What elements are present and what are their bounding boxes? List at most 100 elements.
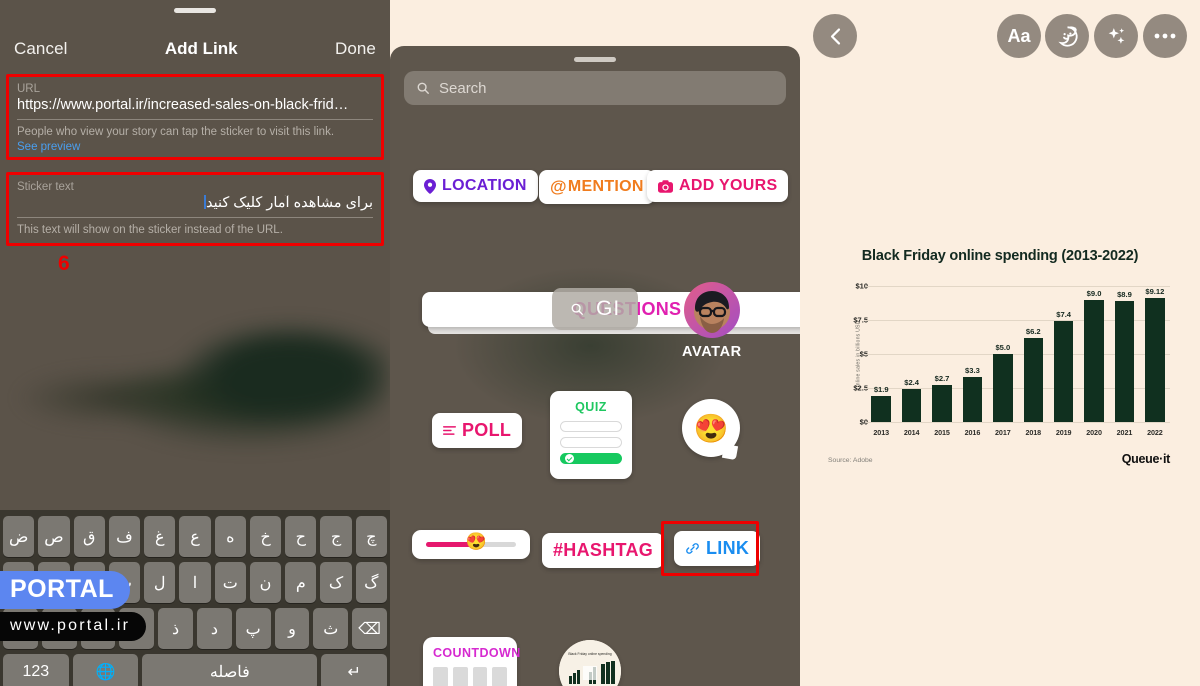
slider-knob[interactable]: 😍 <box>466 532 487 552</box>
url-underline <box>17 119 373 120</box>
keyboard-key[interactable]: ح <box>285 516 317 557</box>
chart-bar <box>1114 300 1135 422</box>
countdown-cell <box>492 667 507 686</box>
step-marker-6: 6 <box>58 252 70 275</box>
keyboard-key[interactable]: ج <box>320 516 352 557</box>
sticker-add-yours[interactable]: ADD YOURS <box>647 170 789 202</box>
sticker-avatar[interactable]: AVATAR <box>682 282 742 360</box>
chart-plot-area: $1.9 $2.4 $2.7 $3.3 $5.0 $6.2 $7.4 $9.0 $8.9 $9.1… <box>866 286 1170 423</box>
chart-bar <box>962 377 983 422</box>
panel-add-link: Cancel Add Link Done URL https://www.por… <box>0 0 390 686</box>
sticker-countdown[interactable]: COUNTDOWN <box>423 637 520 686</box>
keyboard-key[interactable]: ⌫ <box>352 608 387 649</box>
sticker-quiz[interactable]: QUIZ <box>550 391 632 479</box>
slider-emoji: 😍 <box>465 532 487 551</box>
keyboard-key[interactable]: خ <box>249 516 282 557</box>
sticker-location[interactable]: LOCATION <box>413 170 538 202</box>
chart-bar <box>1053 321 1074 422</box>
sticker-sheet-grabber[interactable] <box>574 57 616 62</box>
chart-x-tick-label: 2021 <box>1116 428 1133 437</box>
more-options-button[interactable] <box>1143 14 1187 58</box>
back-button[interactable] <box>813 14 857 58</box>
chart-logo: Queue·it <box>1121 452 1171 466</box>
keyboard-key[interactable]: ف <box>108 516 141 557</box>
keyboard-key[interactable]: م <box>285 562 317 603</box>
chart-bar-value: $3.3 <box>965 366 980 376</box>
chart-bar-column: $7.4 <box>1048 286 1078 422</box>
sticker-location-label: LOCATION <box>442 177 527 194</box>
svg-text:Black Friday online spending: Black Friday online spending <box>568 652 611 656</box>
mini-chart-icon: Black Friday online spending <box>559 640 621 686</box>
sticker-text-input[interactable]: برای مشاهده آمار کلیک کنید <box>17 195 373 217</box>
three-panel-screenshot: Cancel Add Link Done URL https://www.por… <box>0 0 1200 686</box>
keyboard-key[interactable]: گ <box>355 562 387 603</box>
keyboard-key[interactable]: ذ <box>158 608 193 649</box>
keyboard-key[interactable]: ↵ <box>321 654 387 686</box>
keyboard-key[interactable]: 123 <box>3 654 69 686</box>
keyboard-row-4: 123 🌐 فاصله ↵ <box>0 649 390 686</box>
slider-track: 😍 <box>426 532 516 551</box>
keyboard-key[interactable]: ت <box>214 562 246 603</box>
url-input[interactable]: https://www.portal.ir/increased-sales-on… <box>17 97 373 119</box>
effects-button[interactable] <box>1094 14 1138 58</box>
watermark-brand: PORTAL <box>0 571 130 609</box>
chart-bars: $1.9 $2.4 $2.7 $3.3 $5.0 $6.2 $7.4 $9.0 $8.9 $9.1… <box>866 286 1170 422</box>
keyboard-key[interactable]: و <box>274 608 310 649</box>
chart-bar-column: $2.7 <box>927 286 957 422</box>
chart-x-tick-label: 2020 <box>1086 428 1102 437</box>
sticker-poll-label: POLL <box>462 420 512 440</box>
keyboard-key[interactable]: غ <box>144 516 176 557</box>
sticker-tool-button[interactable] <box>1045 14 1089 58</box>
chart-x-tick-label: 2017 <box>995 428 1011 437</box>
chart-bar-column: $3.3 <box>957 286 987 422</box>
at-icon: @ <box>550 177 567 196</box>
quiz-option-correct <box>560 453 622 464</box>
keyboard-key[interactable]: پ <box>235 608 271 649</box>
panel-story-editor: Aa Black Friday online spending (2013-20… <box>800 0 1200 686</box>
sticker-emoji-slider[interactable]: 😍 <box>412 530 530 559</box>
keyboard-key[interactable]: ل <box>144 562 176 603</box>
keyboard-key[interactable]: د <box>197 608 232 649</box>
see-preview-link[interactable]: See preview <box>17 141 373 153</box>
sticker-photo[interactable]: Black Friday online spending <box>559 640 621 686</box>
sticker-search-bar[interactable]: Search <box>404 71 786 105</box>
keyboard-key[interactable]: ع <box>179 516 211 557</box>
sticker-poll[interactable]: POLL <box>432 413 523 448</box>
chart-y-ticks: $0 $2.5 $5 $7.5 $10 <box>842 282 868 427</box>
keyboard-key[interactable]: ه <box>214 516 246 557</box>
sticker-hashtag[interactable]: #HASHTAG <box>542 533 665 568</box>
sticker-text-field-group: Sticker text برای مشاهده آمار کلیک کنید … <box>6 172 384 246</box>
keyboard-key[interactable]: چ <box>355 516 387 557</box>
chart-title: Black Friday online spending (2013-2022) <box>861 248 1139 264</box>
cancel-button[interactable]: Cancel <box>14 39 68 59</box>
chart-x-tick-label: 2014 <box>903 428 920 437</box>
text-tool-button[interactable]: Aa <box>997 14 1041 58</box>
keyboard-key[interactable]: 🌐 <box>72 654 139 686</box>
sticker-mention[interactable]: @ MENTION <box>539 170 655 204</box>
chart-bar-column: $6.2 <box>1018 286 1048 422</box>
quiz-option <box>560 437 622 448</box>
keyboard-key[interactable]: ق <box>73 516 105 557</box>
sticker-quiz-label: QUIZ <box>575 400 607 414</box>
countdown-cell <box>452 667 468 686</box>
quiz-option <box>560 421 622 432</box>
blurred-story-preview <box>0 280 390 520</box>
sheet-grabber[interactable] <box>174 8 216 13</box>
page-title: Add Link <box>164 39 238 58</box>
keyboard-key[interactable]: ا <box>179 562 211 603</box>
done-button[interactable]: Done <box>335 39 376 59</box>
keyboard-key[interactable]: ص <box>38 516 70 557</box>
slider-fill <box>426 542 471 547</box>
keyboard-key[interactable]: ض <box>3 516 35 557</box>
sticker-gif[interactable]: GI <box>552 288 639 330</box>
keyboard-key[interactable]: فاصله <box>142 654 318 686</box>
sticker-emoji-reaction[interactable]: 😍 <box>682 399 740 457</box>
watermark-url: www.portal.ir <box>0 612 147 641</box>
chart-bar <box>871 396 891 422</box>
countdown-cells <box>433 667 507 686</box>
keyboard-key[interactable]: ن <box>249 562 282 603</box>
avatar-illustration <box>693 291 730 333</box>
keyboard-key[interactable]: ث <box>313 608 349 649</box>
keyboard-key[interactable]: ک <box>320 562 352 603</box>
search-icon <box>571 303 583 315</box>
